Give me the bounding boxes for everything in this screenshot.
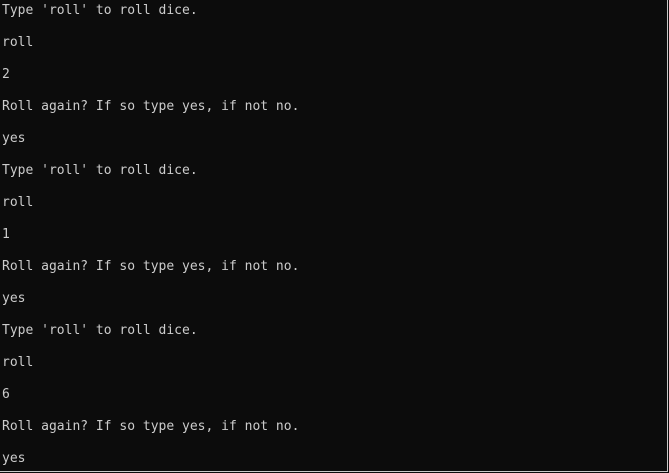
console-line-prompt-roll: Type 'roll' to roll dice. [2, 3, 198, 18]
console-line-user-input: yes [2, 451, 26, 466]
console-line-dice-result: 1 [2, 227, 10, 242]
console-line-prompt-roll: Type 'roll' to roll dice. [2, 163, 198, 178]
console-line-dice-result: 6 [2, 387, 10, 402]
console-output: Type 'roll' to roll dice. roll 2 Roll ag… [2, 1, 300, 471]
console-line-user-input: yes [2, 291, 26, 306]
console-line-prompt-roll: Type 'roll' to roll dice. [2, 323, 198, 338]
console-line-user-input: roll [2, 355, 34, 370]
console-line-prompt-again: Roll again? If so type yes, if not no. [2, 259, 300, 274]
console-line-user-input: roll [2, 195, 34, 210]
console-line-user-input: yes [2, 131, 26, 146]
console-line-prompt-again: Roll again? If so type yes, if not no. [2, 419, 300, 434]
console-line-user-input: roll [2, 35, 34, 50]
console-line-dice-result: 2 [2, 67, 10, 82]
console-line-prompt-again: Roll again? If so type yes, if not no. [2, 99, 300, 114]
console-window[interactable]: Type 'roll' to roll dice. roll 2 Roll ag… [0, 0, 668, 472]
